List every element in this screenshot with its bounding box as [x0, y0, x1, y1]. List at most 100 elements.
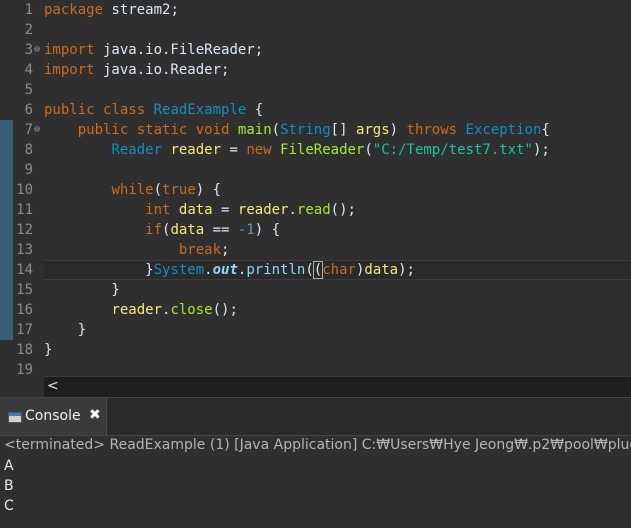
line-number: 13: [16, 242, 33, 258]
keyword-token: int: [145, 202, 171, 218]
line-number: 2: [24, 22, 33, 38]
code-line[interactable]: import java.io.FileReader;: [44, 40, 631, 60]
keyword-token: throws: [406, 122, 458, 138]
code-editor[interactable]: 1 2 3 ⊖ 4 5 6 7 ⊖ 8 9 10 11 12 13 14 15 …: [0, 0, 631, 376]
keyword-token: class: [103, 102, 146, 118]
line-number: 15: [16, 282, 33, 298]
type-token: Exception: [465, 122, 542, 138]
keyword-token: new: [246, 142, 272, 158]
keyword-token: static: [136, 122, 188, 138]
type-token: Reader: [111, 142, 163, 158]
code-token: );: [398, 262, 415, 278]
code-token: ==: [204, 222, 238, 238]
code-token: {: [541, 122, 550, 138]
line-number: 7: [24, 122, 33, 138]
variable-token: reader: [170, 142, 222, 158]
code-line[interactable]: while(true) {: [44, 180, 631, 200]
code-line[interactable]: }: [44, 340, 631, 360]
keyword-token: public: [77, 122, 129, 138]
console-status-line: <terminated> ReadExample (1) [Java Appli…: [4, 437, 631, 453]
code-line[interactable]: }: [44, 320, 631, 340]
method-name-token: close: [170, 302, 213, 318]
horizontal-scrollbar[interactable]: <: [44, 376, 631, 397]
fold-collapse-icon[interactable]: ⊖: [33, 120, 41, 140]
code-line[interactable]: import java.io.Reader;: [44, 60, 631, 80]
method-name-token: read: [296, 202, 331, 218]
code-token: ();: [330, 202, 356, 218]
line-number: 4: [24, 62, 33, 78]
code-line[interactable]: Reader reader = new FileReader("C:/Temp/…: [44, 140, 631, 160]
variable-token: data: [364, 262, 399, 278]
close-icon[interactable]: ✖: [89, 407, 101, 423]
variable-token: reader: [111, 302, 163, 318]
keyword-token: import: [44, 62, 95, 78]
code-token: }: [145, 262, 154, 278]
keyword-token: public: [44, 102, 95, 118]
number-token: -1: [237, 222, 255, 238]
keyword-token: if: [145, 222, 163, 238]
variable-token: data: [178, 202, 213, 218]
keyword-token: char: [322, 262, 356, 278]
code-line[interactable]: }: [44, 280, 631, 300]
line-number: 5: [24, 82, 33, 98]
line-number: 9: [24, 162, 33, 178]
code-token: (: [305, 262, 314, 278]
line-number: 19: [16, 362, 33, 376]
scroll-left-arrow-icon[interactable]: <: [47, 378, 59, 394]
keyword-token: package: [44, 2, 104, 18]
line-number: 11: [16, 202, 33, 218]
method-name-token: main: [237, 122, 272, 138]
code-line[interactable]: package stream2;: [44, 0, 631, 20]
code-token: ) {: [195, 182, 222, 198]
code-token: {: [246, 102, 264, 118]
fold-collapse-icon[interactable]: ⊖: [33, 40, 41, 60]
code-token: =: [221, 142, 247, 158]
code-line[interactable]: if(data == -1) {: [44, 220, 631, 240]
type-token: System: [153, 262, 205, 278]
code-line[interactable]: int data = reader.read();: [44, 200, 631, 220]
line-number: 6: [24, 102, 33, 118]
line-number: 14: [16, 262, 33, 278]
code-line[interactable]: public class ReadExample {: [44, 100, 631, 120]
code-token: []: [330, 122, 356, 138]
tab-console[interactable]: Console ✖: [0, 398, 107, 437]
keyword-token: true: [162, 182, 196, 198]
console-icon: [8, 412, 22, 423]
console-output-line: B: [4, 478, 14, 494]
code-line[interactable]: reader.close();: [44, 300, 631, 320]
console-tab-bar: Console ✖: [0, 397, 631, 438]
variable-token: args: [355, 122, 390, 138]
console-output-line: A: [4, 458, 14, 474]
code-token: ) {: [254, 222, 281, 238]
current-code-line[interactable]: }System.out.println((char)data);: [44, 260, 631, 280]
console-output-panel[interactable]: <terminated> ReadExample (1) [Java Appli…: [0, 435, 631, 528]
code-token: );: [532, 142, 550, 158]
keyword-token: while: [111, 182, 154, 198]
keyword-token: void: [195, 122, 230, 138]
variable-token: data: [170, 222, 205, 238]
code-token: ;: [221, 242, 230, 258]
string-literal-token: "C:/Temp/test7.txt": [372, 142, 533, 158]
code-line[interactable]: public static void main(String[] args) t…: [44, 120, 631, 140]
line-number: 12: [16, 222, 33, 238]
tab-console-label: Console: [25, 408, 81, 424]
console-output-line: C: [4, 498, 14, 514]
class-name-token: ReadExample: [153, 102, 247, 118]
method-name-token: println: [246, 262, 306, 278]
code-line[interactable]: break;: [44, 240, 631, 260]
code-token: java.io.FileReader;: [94, 42, 264, 58]
keyword-token: break: [178, 242, 222, 258]
bracket-match-marker: (: [312, 261, 324, 279]
line-number: 18: [16, 342, 33, 358]
line-number: 16: [16, 302, 33, 318]
line-number: 17: [16, 322, 33, 338]
line-number: 3: [24, 42, 33, 58]
variable-token: reader: [237, 202, 289, 218]
